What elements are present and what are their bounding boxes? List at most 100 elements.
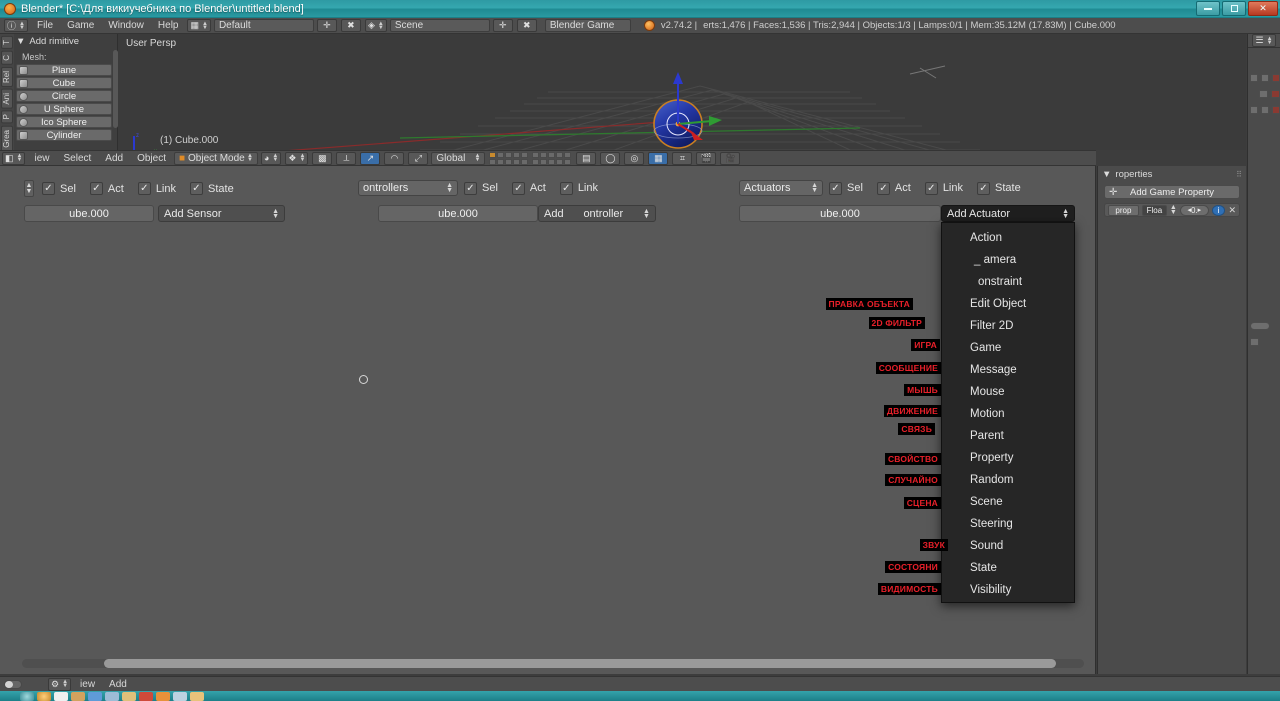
toolshelf-tab-ani[interactable]: Ani <box>1 88 13 109</box>
layer-20[interactable] <box>564 158 572 165</box>
mesh-item-ico-sphere[interactable]: Ico Sphere <box>16 116 112 128</box>
taskbar-icon-6[interactable] <box>105 691 119 701</box>
mesh-item-uv-sphere[interactable]: U Sphere <box>16 103 112 115</box>
delete-screen-button[interactable]: ✖ <box>340 19 361 32</box>
add-game-property-button[interactable]: ✛ Add Game Property <box>1104 185 1240 199</box>
layer-15[interactable] <box>521 158 529 165</box>
mesh-item-cylinder[interactable]: Cylinder <box>16 129 112 141</box>
outliner-row-1[interactable] <box>1248 70 1280 86</box>
sensors-sel-checkbox[interactable]: ✓ <box>42 182 55 195</box>
render-opengl-icon[interactable]: 🎬 <box>696 151 717 165</box>
toolshelf-tab-rel[interactable]: Rel <box>1 66 13 87</box>
sensors-object-name[interactable]: ube.000 <box>24 205 154 222</box>
outliner-row-3[interactable] <box>1248 102 1280 118</box>
layer-11[interactable] <box>489 158 497 165</box>
add-primitive-header[interactable]: ▼ Add rimitive <box>16 36 112 47</box>
toolshelf-tab-t[interactable]: T <box>1 36 13 49</box>
actuators-object-name[interactable]: ube.000 <box>739 205 941 222</box>
controllers-act-checkbox[interactable]: ✓ <box>511 181 525 195</box>
taskbar-icon-5[interactable] <box>88 691 102 701</box>
menu-item-camera[interactable]: _ amera <box>942 249 1074 271</box>
layer-19[interactable] <box>556 158 564 165</box>
layer-14[interactable] <box>513 158 521 165</box>
outliner-row-2[interactable] <box>1248 86 1280 102</box>
menu-item-filter-2d[interactable]: Filter 2D <box>942 315 1074 337</box>
outliner-object-icon-3[interactable] <box>1272 106 1280 114</box>
toolshelf-panel[interactable]: T C Rel Ani P Grea ▼ Add rimitive Mesh: … <box>0 34 118 152</box>
menu-item-motion[interactable]: Motion <box>942 403 1074 425</box>
viewport-shading-icon[interactable]: ◕ ▲ ▼ <box>260 151 282 165</box>
menu-help[interactable]: Help <box>151 20 186 31</box>
maximize-button[interactable] <box>1222 1 1246 16</box>
layer-group-2[interactable] <box>532 151 572 165</box>
windows-taskbar[interactable] <box>0 691 1280 701</box>
controllers-view-dropdown[interactable]: ontrollers ▲ ▼ <box>358 180 458 196</box>
editor-type-outliner-icon[interactable]: ☰ ▲ ▼ <box>1252 34 1276 47</box>
layer-1[interactable] <box>489 151 497 158</box>
manipulator-toggle-icon[interactable]: ⟂ <box>336 151 357 165</box>
menu-item-sound[interactable]: Sound <box>942 535 1074 557</box>
transform-orientation-dropdown[interactable]: Global ▲ ▼ <box>431 151 486 165</box>
actuators-act-checkbox[interactable]: ✓ <box>876 181 890 195</box>
editor-type-3dview-icon[interactable]: ◧ ▲ ▼ <box>2 151 26 165</box>
menu-item-property[interactable]: Property <box>942 447 1074 469</box>
screen-layout-icon[interactable]: ▦ ▲ ▼ <box>187 19 211 32</box>
actuators-state-checkbox[interactable]: ✓ <box>977 181 990 195</box>
taskbar-icon-10[interactable] <box>173 691 187 701</box>
scene-icon[interactable]: ◈ ▲ ▼ <box>364 19 387 32</box>
bottom-toggle-switch[interactable] <box>4 679 22 689</box>
taskbar-icon-9[interactable] <box>156 691 170 701</box>
editor-type-logic-icon[interactable]: ⚙ ▲ ▼ <box>48 677 72 691</box>
layer-3[interactable] <box>505 151 513 158</box>
viewport-menu-view[interactable]: iew <box>27 153 56 164</box>
outliner-cursor-icon-2[interactable] <box>1259 90 1268 98</box>
controllers-sel-checkbox[interactable]: ✓ <box>464 181 477 195</box>
scale-manipulator-icon[interactable]: ⤢ <box>408 151 429 165</box>
toolshelf-tab-grea[interactable]: Grea <box>1 125 13 152</box>
taskbar-icon-11[interactable] <box>190 691 204 701</box>
menu-item-state[interactable]: State <box>942 557 1074 579</box>
outliner-cursor-icon[interactable] <box>1261 74 1269 82</box>
outliner-row-display[interactable] <box>1248 334 1280 350</box>
sensors-selector-stepper[interactable]: ▲ ▼ <box>24 180 34 197</box>
sensors-link-checkbox[interactable]: ✓ <box>137 182 151 195</box>
menu-item-scene[interactable]: Scene <box>942 491 1074 513</box>
mesh-item-circle[interactable]: Circle <box>16 90 112 102</box>
menu-item-random[interactable]: Random <box>942 469 1074 491</box>
actuators-sel-checkbox[interactable]: ✓ <box>829 181 842 195</box>
sensors-state-checkbox[interactable]: ✓ <box>190 182 203 195</box>
render-preview-icon[interactable]: ◎ <box>624 151 645 165</box>
layer-7[interactable] <box>540 151 548 158</box>
outliner-eye-icon[interactable] <box>1250 74 1258 82</box>
layer-2[interactable] <box>497 151 505 158</box>
menu-item-parent[interactable]: Parent <box>942 425 1074 447</box>
layer-8[interactable] <box>548 151 556 158</box>
menu-window[interactable]: Window <box>101 20 151 31</box>
taskbar-icon-1[interactable] <box>20 691 34 701</box>
bottom-menu-add[interactable]: Add <box>102 679 134 690</box>
display-mode-icon[interactable] <box>1250 338 1259 346</box>
interaction-mode-dropdown[interactable]: ■ Object Mode ▲ ▼ <box>173 151 258 165</box>
property-delete-icon[interactable]: ✕ <box>1228 205 1236 216</box>
taskbar-icon-8[interactable] <box>139 691 153 701</box>
taskbar-icon-2[interactable] <box>37 691 51 701</box>
render-animation-icon[interactable]: 🎥 <box>720 151 741 165</box>
layer-17[interactable] <box>540 158 548 165</box>
add-scene-button[interactable]: ✛ <box>492 19 513 32</box>
property-value-field[interactable]: ◂ 0. ▸ <box>1179 204 1209 216</box>
collapse-triangle-icon[interactable]: ▼ <box>16 36 25 47</box>
layer-16[interactable] <box>532 158 540 165</box>
render-engine-dropdown[interactable]: Blender Game <box>544 19 631 32</box>
properties-panel-header[interactable]: ▼ roperties ⠿ <box>1098 166 1246 183</box>
scene-layers[interactable] <box>489 151 572 165</box>
menu-game[interactable]: Game <box>60 20 101 31</box>
outliner-panel[interactable]: ☰ ▲ ▼ <box>1247 34 1280 674</box>
add-screen-button[interactable]: ✛ <box>316 19 337 32</box>
layer-4[interactable] <box>513 151 521 158</box>
outliner-cursor-icon-3[interactable] <box>1261 106 1269 114</box>
mesh-item-plane[interactable]: Plane <box>16 64 112 76</box>
menu-item-message[interactable]: Message <box>942 359 1074 381</box>
layer-13[interactable] <box>505 158 513 165</box>
minimize-button[interactable] <box>1196 1 1220 16</box>
logic-editor[interactable]: ▲ ▼ ✓ Sel ✓ Act ✓ Link ✓ State ube.000 Ad… <box>0 166 1096 674</box>
